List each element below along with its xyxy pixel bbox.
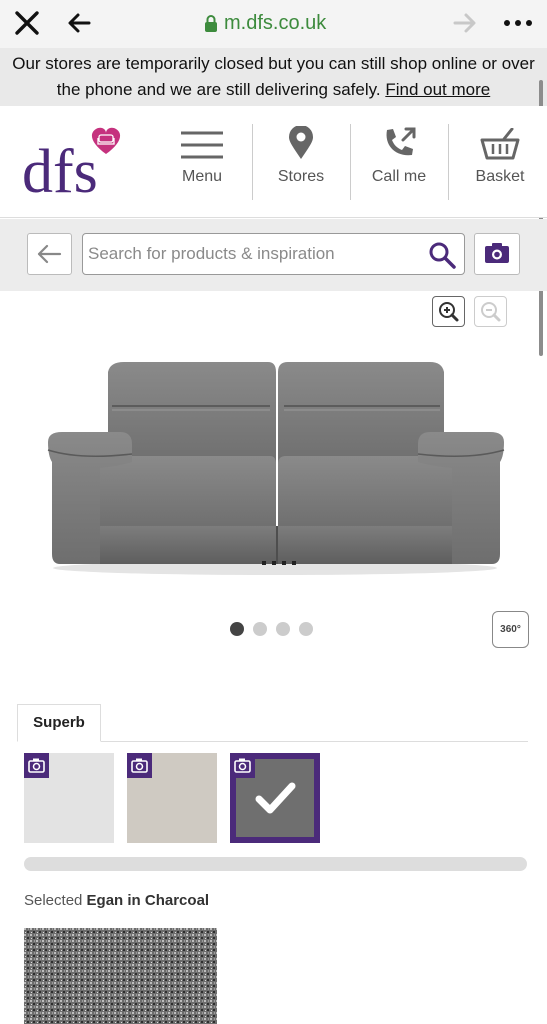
dfs-logo[interactable]: dfs	[22, 126, 126, 200]
carousel-dots	[230, 622, 313, 636]
search-bar-row	[0, 219, 547, 291]
selected-fabric-text: Selected Egan in Charcoal	[24, 892, 209, 909]
nav-divider	[448, 124, 449, 200]
checkmark-icon	[255, 782, 296, 814]
swatch-camera-icon[interactable]	[24, 753, 49, 778]
carousel-dot[interactable]	[299, 622, 313, 636]
nav-basket[interactable]: Basket	[452, 124, 547, 204]
basket-icon	[480, 128, 520, 160]
carousel-dot[interactable]	[253, 622, 267, 636]
carousel-dot[interactable]	[230, 622, 244, 636]
close-icon[interactable]	[14, 9, 40, 37]
nav-stores[interactable]: Stores	[253, 124, 349, 204]
nav-basket-label: Basket	[475, 168, 525, 185]
back-arrow-icon[interactable]	[66, 10, 92, 36]
zoom-out-icon	[481, 302, 501, 322]
back-button[interactable]	[27, 233, 72, 275]
carousel-dot[interactable]	[276, 622, 290, 636]
url-text: m.dfs.co.uk	[224, 11, 327, 34]
address-bar[interactable]: m.dfs.co.uk	[204, 10, 326, 36]
search-input[interactable]	[88, 234, 418, 274]
tab-superb[interactable]: Superb	[17, 704, 101, 742]
search-icon[interactable]	[428, 241, 456, 269]
view-360-button[interactable]: 360°	[492, 611, 529, 648]
swatch-camera-icon[interactable]	[230, 753, 255, 778]
selected-prefix: Selected	[24, 892, 83, 909]
visual-search-button[interactable]	[474, 233, 520, 275]
view-360-label: 360°	[500, 624, 521, 635]
zoom-in-icon	[439, 302, 459, 322]
product-image[interactable]	[40, 350, 510, 580]
swatch-camera-icon[interactable]	[127, 753, 152, 778]
more-options-icon[interactable]	[504, 14, 534, 32]
nav-menu[interactable]: Menu	[154, 124, 250, 204]
forward-arrow-icon[interactable]	[452, 10, 478, 36]
find-out-more-link[interactable]: Find out more	[385, 80, 490, 99]
menu-icon	[181, 131, 223, 159]
browser-toolbar: m.dfs.co.uk	[0, 0, 547, 48]
nav-menu-label: Menu	[181, 168, 223, 185]
swatch-natural[interactable]	[127, 753, 217, 843]
logo-text: dfs	[22, 138, 98, 200]
zoom-out-button[interactable]	[474, 296, 507, 327]
lock-icon	[205, 15, 217, 32]
selected-fabric-name: Egan in Charcoal	[86, 892, 210, 909]
site-header: dfs Menu Stores Call me Basket	[0, 106, 547, 218]
nav-stores-label: Stores	[277, 168, 325, 185]
swatch-scrollbar[interactable]	[24, 857, 527, 871]
store-closure-banner: Our stores are temporarily closed but yo…	[0, 48, 547, 106]
camera-icon	[485, 243, 509, 263]
swatch-charcoal[interactable]	[230, 753, 320, 843]
selected-fabric-preview	[24, 928, 217, 1024]
arrow-left-icon	[37, 244, 62, 264]
zoom-in-button[interactable]	[432, 296, 465, 327]
nav-call-me-label: Call me	[371, 168, 427, 185]
fabric-tabs: Superb	[17, 704, 528, 742]
phone-icon	[386, 127, 416, 156]
nav-call-me[interactable]: Call me	[351, 124, 447, 204]
search-field[interactable]	[82, 233, 465, 275]
swatch-light[interactable]	[24, 753, 114, 843]
map-pin-icon	[289, 126, 313, 159]
